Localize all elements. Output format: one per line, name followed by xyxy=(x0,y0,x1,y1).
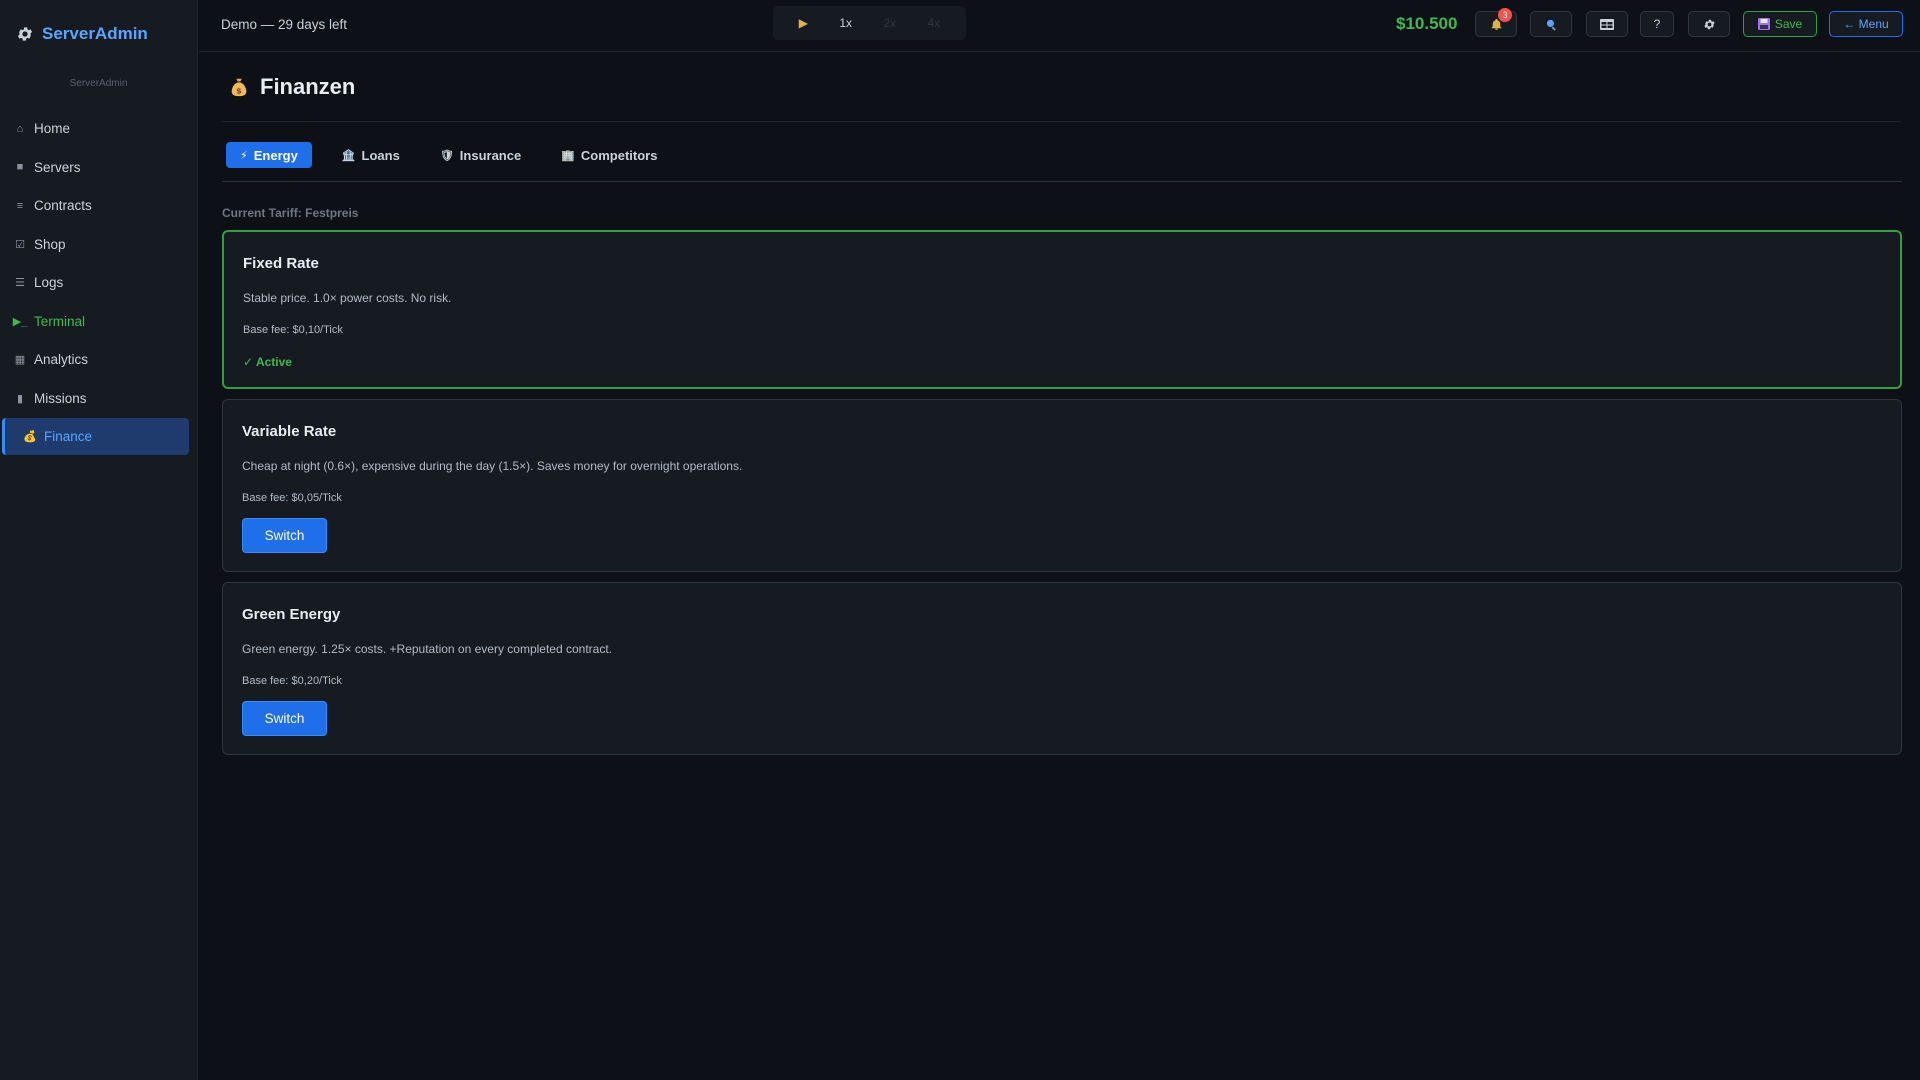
menu-label: ← Menu xyxy=(1843,17,1889,31)
bank-icon: 🏦 xyxy=(341,149,356,162)
settings-button[interactable] xyxy=(1688,11,1730,37)
server-icon: ■ xyxy=(16,161,24,173)
sidebar-item-label: Shop xyxy=(34,236,66,252)
speed-4x-button[interactable]: 4x xyxy=(928,16,941,30)
app-title: ServerAdmin xyxy=(42,24,148,43)
shield-icon: 🛡 xyxy=(439,149,454,162)
tariff-fee: Base fee: $0,20/Tick xyxy=(242,675,342,687)
tariff-fee: Base fee: $0,10/Tick xyxy=(243,324,343,336)
money-bag-icon: $ xyxy=(231,78,247,96)
active-status-badge: ✓ Active xyxy=(243,355,292,369)
notification-count-badge: 3 xyxy=(1498,8,1512,22)
missions-icon: ▮ xyxy=(16,392,24,405)
sidebar-item-finance[interactable]: 💰 Finance xyxy=(2,418,189,455)
speed-controls: ▶ 1x 2x 4x xyxy=(773,6,966,40)
speed-2x-button[interactable]: 2x xyxy=(883,16,896,30)
terminal-icon: ▶_ xyxy=(12,315,28,328)
top-bar: Demo — 29 days left ▶ 1x 2x 4x $10.500 3… xyxy=(199,0,1920,52)
sidebar-item-label: Home xyxy=(34,121,71,136)
tariff-description: Stable price. 1.0× power costs. No risk. xyxy=(243,291,452,305)
sidebar-item-missions[interactable]: ▮ Missions xyxy=(2,380,189,417)
sidebar-item-terminal[interactable]: ▶_ Terminal xyxy=(2,303,189,340)
tab-energy[interactable]: ⚡ Energy xyxy=(226,142,312,168)
save-button[interactable]: Save xyxy=(1743,11,1817,37)
tariff-fee: Base fee: $0,05/Tick xyxy=(242,492,342,504)
tariff-description: Green energy. 1.25× costs. +Reputation o… xyxy=(242,642,612,656)
shop-icon: ☑ xyxy=(15,238,25,251)
help-button[interactable]: ? xyxy=(1640,11,1674,37)
search-button[interactable] xyxy=(1530,11,1572,37)
sidebar-item-label: Contracts xyxy=(34,198,92,213)
tab-label: Insurance xyxy=(459,147,522,163)
sidebar-item-contracts[interactable]: ≡ Contracts xyxy=(2,187,189,224)
main-content: $ Finanzen ⚡ Energy 🏦 Loans 🛡 Insurance … xyxy=(222,52,1902,755)
lightning-icon: ⚡ xyxy=(240,149,248,162)
tab-loans[interactable]: 🏦 Loans xyxy=(332,142,410,168)
gear-icon xyxy=(1703,19,1715,29)
tariff-name: Variable Rate xyxy=(242,423,337,440)
page-header: $ Finanzen xyxy=(222,52,1902,122)
grid-icon xyxy=(1600,18,1614,30)
sidebar-item-label: Finance xyxy=(44,429,93,444)
switch-button[interactable]: Switch xyxy=(242,518,327,553)
tariff-name: Green Energy xyxy=(242,606,341,623)
layout-button[interactable] xyxy=(1586,11,1628,37)
sidebar-item-shop[interactable]: ☑ Shop xyxy=(2,226,189,263)
tariff-description: Cheap at night (0.6×), expensive during … xyxy=(242,459,743,473)
sidebar: ServerAdmin ServerAdmin ⌂ Home ■ Servers… xyxy=(0,0,198,1080)
menu-button[interactable]: ← Menu xyxy=(1829,11,1903,37)
tab-label: Competitors xyxy=(580,147,658,163)
demo-status: Demo — 29 days left xyxy=(221,17,348,32)
svg-text:$: $ xyxy=(236,85,242,95)
sidebar-item-label: Terminal xyxy=(34,313,86,329)
gear-icon xyxy=(17,27,33,41)
building-icon: 🏢 xyxy=(561,149,575,162)
save-label: Save xyxy=(1774,17,1803,31)
sidebar-item-servers[interactable]: ■ Servers xyxy=(2,149,189,186)
tariff-name: Fixed Rate xyxy=(243,255,319,272)
sidebar-item-logs[interactable]: ☰ Logs xyxy=(2,264,189,301)
tab-label: Loans xyxy=(361,147,400,163)
tab-label: Energy xyxy=(253,147,298,163)
tariff-card-green-energy: Green Energy Green energy. 1.25× costs. … xyxy=(222,582,1902,755)
sidebar-item-analytics[interactable]: ▦ Analytics xyxy=(2,341,189,378)
play-button[interactable]: ▶ xyxy=(799,16,808,30)
finance-tabs: ⚡ Energy 🏦 Loans 🛡 Insurance 🏢 Competito… xyxy=(222,142,1902,182)
sidebar-item-home[interactable]: ⌂ Home xyxy=(2,110,189,147)
brand[interactable]: ServerAdmin xyxy=(0,0,197,68)
tab-competitors[interactable]: 🏢 Competitors xyxy=(551,142,667,168)
money-bag-icon: 💰 xyxy=(23,431,37,443)
notifications-button[interactable]: 3 xyxy=(1475,8,1517,37)
home-icon: ⌂ xyxy=(16,122,24,135)
sidebar-item-label: Analytics xyxy=(34,352,89,367)
floppy-disk-icon xyxy=(1757,18,1770,30)
tariff-card-fixed-rate: Fixed Rate Stable price. 1.0× power cost… xyxy=(222,230,1902,389)
sidebar-item-label: Servers xyxy=(34,159,81,175)
tariff-card-variable-rate: Variable Rate Cheap at night (0.6×), exp… xyxy=(222,399,1902,572)
app-subtitle: ServerAdmin xyxy=(69,78,128,89)
search-icon xyxy=(1546,19,1556,30)
current-tariff-label: Current Tariff: Festpreis xyxy=(222,206,359,220)
logs-icon: ☰ xyxy=(15,277,25,289)
sidebar-item-label: Missions xyxy=(34,390,87,406)
balance: $10.500 xyxy=(1396,14,1458,33)
contracts-icon: ≡ xyxy=(16,199,24,212)
help-icon: ? xyxy=(1653,17,1661,31)
speed-1x-button[interactable]: 1x xyxy=(839,16,852,30)
tab-insurance[interactable]: 🛡 Insurance xyxy=(430,142,531,168)
page-title: Finanzen xyxy=(260,73,356,99)
sidebar-nav: ⌂ Home ■ Servers ≡ Contracts ☑ Shop ☰ Lo… xyxy=(0,110,197,455)
switch-button[interactable]: Switch xyxy=(242,701,327,736)
sidebar-item-label: Logs xyxy=(34,275,64,290)
analytics-icon: ▦ xyxy=(14,354,26,366)
